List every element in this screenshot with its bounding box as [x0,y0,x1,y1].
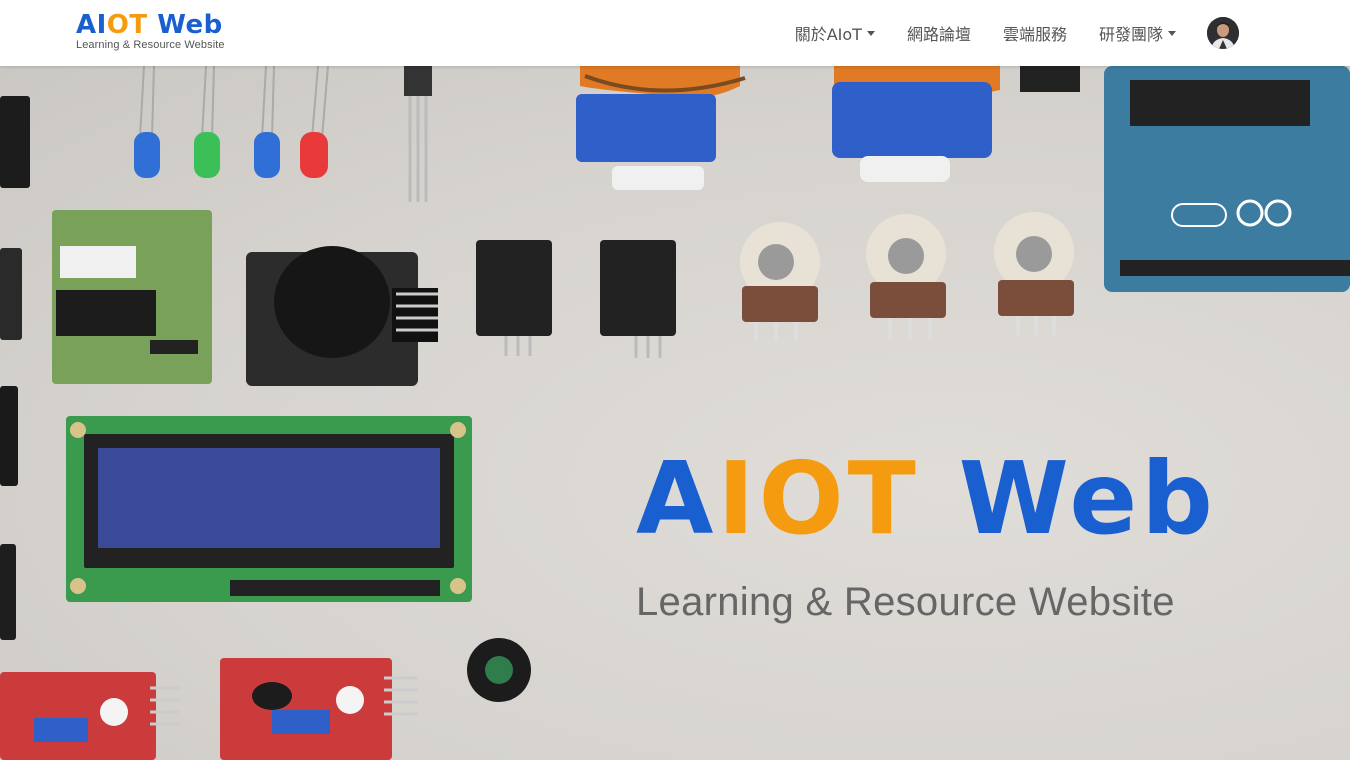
led-green [194,66,220,178]
hero-title: AIOT Web [636,444,1217,554]
stepper-driver-board [52,210,212,384]
red-sensor-module-2 [220,658,418,760]
brand-title-ai: AI [76,10,107,40]
servo-2 [832,66,1080,182]
led-blue-2 [254,66,280,178]
nav-item-forum[interactable]: 網路論壇 [907,21,971,45]
brand-logo[interactable]: AIOT Web Learning & Resource Website [76,10,225,51]
arduino-board [1104,66,1350,292]
led-blue-1 [134,66,160,178]
caret-down-icon [1168,30,1176,36]
hero-subtitle: Learning & Resource Website [636,580,1175,624]
hero-title-a: A [636,440,718,557]
potentiometer-3 [994,212,1074,336]
nav-item-about-aiot[interactable]: 關於AIoT [795,21,875,45]
avatar-image [1207,17,1239,49]
red-sensor-module-1 [0,672,180,760]
nav-item-label: 關於AIoT [794,25,862,44]
brand-subtitle: Learning & Resource Website [76,39,225,51]
user-avatar[interactable] [1207,17,1239,49]
electronics-components-photo [0,66,1350,760]
brand-title-ot: OT [106,10,148,40]
sensor-module-2 [600,240,676,358]
main-nav: 關於AIoT 網路論壇 雲端服務 研發團隊 [763,0,1240,66]
hero-title-iot: IOT [717,440,920,557]
brand-title-web: Web [147,10,223,40]
nav-item-label: 研發團隊 [1098,25,1163,44]
sensor-module-1 [476,240,552,356]
caret-down-icon [866,30,875,36]
lcd-module [66,416,472,602]
brand-title: AIOT Web [76,10,225,40]
hero-title-web: Web [919,440,1217,557]
hero-banner: AIOT Web Learning & Resource Website [0,66,1350,760]
buzzer [467,638,531,702]
potentiometer-2 [866,214,946,338]
nav-item-rd-team[interactable]: 研發團隊 [1099,21,1176,45]
nav-item-cloud-services[interactable]: 雲端服務 [1003,21,1067,45]
navbar: AIOT Web Learning & Resource Website 關於A… [0,0,1350,66]
led-red [300,66,329,178]
joystick-module [246,246,438,386]
nav-item-label: 網路論壇 [906,25,971,44]
servo-1 [576,66,746,190]
nav-item-label: 雲端服務 [1002,25,1067,44]
potentiometer-1 [740,222,820,342]
